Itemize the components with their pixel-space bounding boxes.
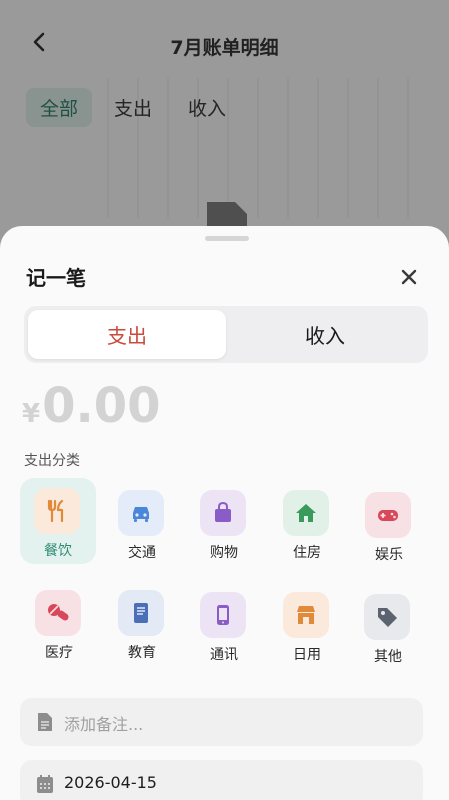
category-name: 娱乐 [375,547,403,563]
type-tab-expense[interactable]: 支出 [28,310,226,359]
category-name: 交通 [128,545,156,561]
document-icon [38,713,52,731]
type-switch: 支出 收入 [24,306,428,363]
category-name: 住房 [293,545,321,561]
category-entertainment[interactable]: 娱乐 [351,482,427,568]
category-education[interactable]: 教育 [104,580,180,666]
note-placeholder: 添加备注... [64,715,144,734]
gamepad-icon [365,492,411,538]
category-name: 教育 [128,645,156,661]
category-section-label: 支出分类 [24,453,80,469]
sheet-title: 记一笔 [26,266,86,290]
category-name: 日用 [293,647,321,663]
category-medical[interactable]: 医疗 [21,580,97,666]
calendar-icon [37,775,53,793]
book-icon [118,590,164,636]
amount-input[interactable]: ¥ 0.00 [22,378,161,434]
category-transport[interactable]: 交通 [104,480,180,566]
note-field[interactable]: 添加备注... [20,698,423,746]
category-other[interactable]: 其他 [350,584,426,670]
phone-icon [200,592,246,638]
date-field[interactable]: 2026-04-15 [20,760,423,800]
car-icon [118,490,164,536]
category-name: 通讯 [210,647,238,663]
category-housing[interactable]: 住房 [269,480,345,566]
category-name: 购物 [210,545,238,561]
category-dining[interactable]: 餐饮 [20,478,96,564]
category-name: 其他 [374,649,402,665]
home-icon [283,490,329,536]
type-tab-income[interactable]: 收入 [226,310,424,359]
store-icon [283,592,329,638]
drag-handle[interactable] [205,236,249,241]
amount-value: 0.00 [42,378,161,434]
pill-icon [35,590,81,636]
shopping-bag-icon [200,490,246,536]
category-daily[interactable]: 日用 [269,582,345,668]
tag-icon [364,594,410,640]
utensils-icon [34,488,80,534]
currency-symbol: ¥ [22,399,41,429]
close-icon[interactable] [398,266,420,288]
category-name: 医疗 [45,645,73,661]
category-shopping[interactable]: 购物 [186,480,262,566]
category-telecom[interactable]: 通讯 [186,582,262,668]
category-name: 餐饮 [44,543,72,559]
date-value: 2026-04-15 [64,773,157,792]
